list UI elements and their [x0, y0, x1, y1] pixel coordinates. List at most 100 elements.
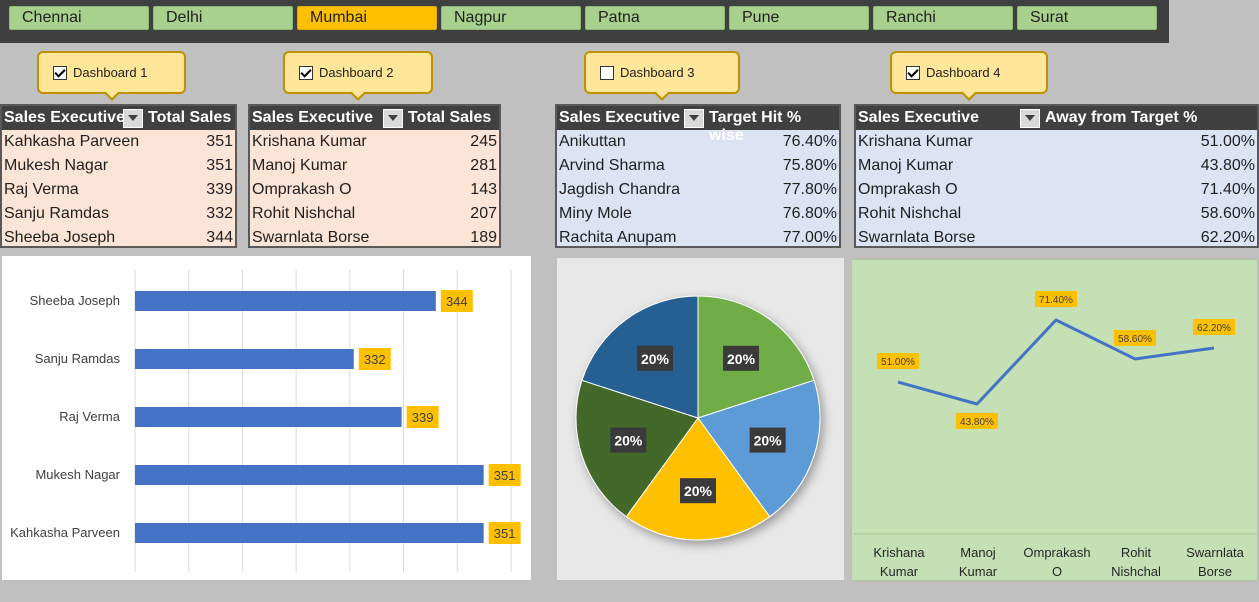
pie-chart: 20% 20% 20% 20% 20% — [575, 295, 821, 541]
data-label: 344 — [446, 294, 468, 309]
row-name: Sanju Ramdas — [4, 205, 109, 222]
category-label: Kahkasha Parveen — [10, 525, 120, 540]
dashboard-callout-3: Dashboard 3 — [584, 51, 740, 101]
bar-chart-panel: Sheeba Joseph 344 Sanju Ramdas 332 Raj Verma… — [2, 256, 531, 580]
city-slicer: Chennai Delhi Mumbai Nagpur Patna Pune Ranchi S… — [0, 0, 1169, 43]
slicer-item-nagpur[interactable]: Nagpur — [441, 6, 581, 30]
line-chart-panel: 51.00% 43.80% 71.40% 58.60% 62.20% Krishana Ku… — [851, 259, 1258, 581]
category-label: Nishchal — [1111, 564, 1161, 579]
dashboard-checkbox[interactable] — [906, 65, 920, 80]
pivot-table-1: Sales Executive Total Sales Kahkasha Parve… — [0, 104, 237, 248]
row-value: 76.40% — [782, 133, 837, 150]
data-label: 71.40% — [1039, 295, 1073, 306]
filter-dropdown-button[interactable] — [383, 109, 403, 128]
dashboard-label: Dashboard 2 — [319, 65, 394, 80]
table-row: Sanju Ramdas 332 — [2, 202, 235, 226]
row-name: Rohit Nishchal — [252, 205, 356, 222]
table-row: Krishana Kumar 51.00% — [856, 130, 1257, 154]
category-label: Sheeba Joseph — [30, 293, 120, 308]
row-name: Manoj Kumar — [858, 157, 954, 174]
col-metric: Total Sales — [408, 109, 492, 126]
category-label: Sanju Ramdas — [35, 351, 121, 366]
table-row: Miny Mole 76.80% — [557, 202, 839, 226]
row-value: 245 — [470, 133, 497, 150]
col-sales-executive: Sales Executive — [559, 109, 680, 126]
bar-chart: Sheeba Joseph 344 Sanju Ramdas 332 Raj Verma… — [10, 270, 521, 572]
dashboard-callout-1: Dashboard 1 — [37, 51, 186, 101]
table-row: Swarnlata Borse 62.20% — [856, 226, 1257, 250]
row-value: 77.80% — [782, 181, 837, 198]
slicer-item-chennai[interactable]: Chennai — [9, 6, 149, 30]
data-label: 332 — [364, 352, 386, 367]
table-row: Mukesh Nagar 351 — [2, 154, 235, 178]
row-name: Omprakash O — [252, 181, 352, 198]
data-label: 62.20% — [1197, 323, 1231, 334]
row-value: 76.80% — [782, 205, 837, 222]
dashboard-label: Dashboard 4 — [926, 65, 1001, 80]
data-label: 351 — [494, 468, 516, 483]
row-value: 339 — [206, 181, 233, 198]
dashboard-checkbox[interactable] — [299, 65, 313, 80]
table-row: Jagdish Chandra 77.80% — [557, 178, 839, 202]
slicer-item-pune[interactable]: Pune — [729, 6, 869, 30]
slicer-item-surat[interactable]: Surat — [1017, 6, 1157, 30]
slicer-item-mumbai[interactable]: Mumbai — [297, 6, 437, 30]
dashboard-callout-4: Dashboard 4 — [890, 51, 1048, 101]
table-header: Sales Executive Target Hit % wise — [557, 106, 839, 144]
table-row: Manoj Kumar 281 — [250, 154, 499, 178]
row-name: Krishana Kumar — [858, 133, 973, 150]
data-label: 20% — [684, 483, 713, 499]
dashboard-label: Dashboard 3 — [620, 65, 695, 80]
data-label: 20% — [727, 351, 756, 367]
row-name: Raj Verma — [4, 181, 79, 198]
category-label: Swarnlata — [1186, 545, 1245, 560]
table-row: Raj Verma 339 — [2, 178, 235, 202]
table-row: Omprakash O 71.40% — [856, 178, 1257, 202]
table-row: Manoj Kumar 43.80% — [856, 154, 1257, 178]
data-label: 339 — [412, 410, 434, 425]
data-label: 58.60% — [1118, 334, 1152, 345]
bar — [135, 291, 436, 311]
data-label: 51.00% — [881, 357, 915, 368]
data-label: 43.80% — [960, 417, 994, 428]
category-label: O — [1052, 564, 1062, 579]
row-name: Krishana Kumar — [252, 133, 367, 150]
row-value: 351 — [206, 157, 233, 174]
row-name: Swarnlata Borse — [252, 229, 370, 246]
row-value: 351 — [206, 133, 233, 150]
table-row: Rachita Anupam 77.00% — [557, 226, 839, 250]
dashboard-checkbox[interactable] — [600, 65, 614, 80]
row-value: 344 — [206, 229, 233, 246]
dashboard-checkbox[interactable] — [53, 65, 67, 80]
data-label: 351 — [494, 526, 516, 541]
slicer-item-delhi[interactable]: Delhi — [153, 6, 293, 30]
filter-dropdown-button[interactable] — [123, 109, 143, 128]
row-name: Miny Mole — [559, 205, 632, 222]
row-value: 43.80% — [1200, 157, 1255, 174]
category-label: Manoj — [960, 545, 996, 560]
series-line — [897, 318, 1215, 406]
table-row: Rohit Nishchal 58.60% — [856, 202, 1257, 226]
filter-dropdown-button[interactable] — [1020, 109, 1040, 128]
col-metric: Away from Target % — [1045, 109, 1198, 126]
col-metric: Total Sales — [148, 109, 232, 126]
data-label: 20% — [614, 433, 643, 449]
row-value: 51.00% — [1200, 133, 1255, 150]
row-name: Rachita Anupam — [559, 229, 677, 246]
row-name: Kahkasha Parveen — [4, 133, 140, 150]
row-value: 71.40% — [1200, 181, 1255, 198]
row-name: Arvind Sharma — [559, 157, 665, 174]
filter-dropdown-button[interactable] — [684, 109, 704, 128]
slicer-item-patna[interactable]: Patna — [585, 6, 725, 30]
category-label: Raj Verma — [59, 409, 120, 424]
dashboard-callout-2: Dashboard 2 — [283, 51, 433, 101]
table-row: Omprakash O 143 — [250, 178, 499, 202]
table-row: Swarnlata Borse 189 — [250, 226, 499, 250]
table-row: Rohit Nishchal 207 — [250, 202, 499, 226]
col-sales-executive: Sales Executive — [858, 109, 979, 126]
col-sales-executive: Sales Executive — [4, 109, 125, 126]
slicer-item-ranchi[interactable]: Ranchi — [873, 6, 1013, 30]
row-value: 77.00% — [782, 229, 837, 246]
category-label: Kumar — [880, 564, 919, 579]
row-name: Swarnlata Borse — [858, 229, 976, 246]
